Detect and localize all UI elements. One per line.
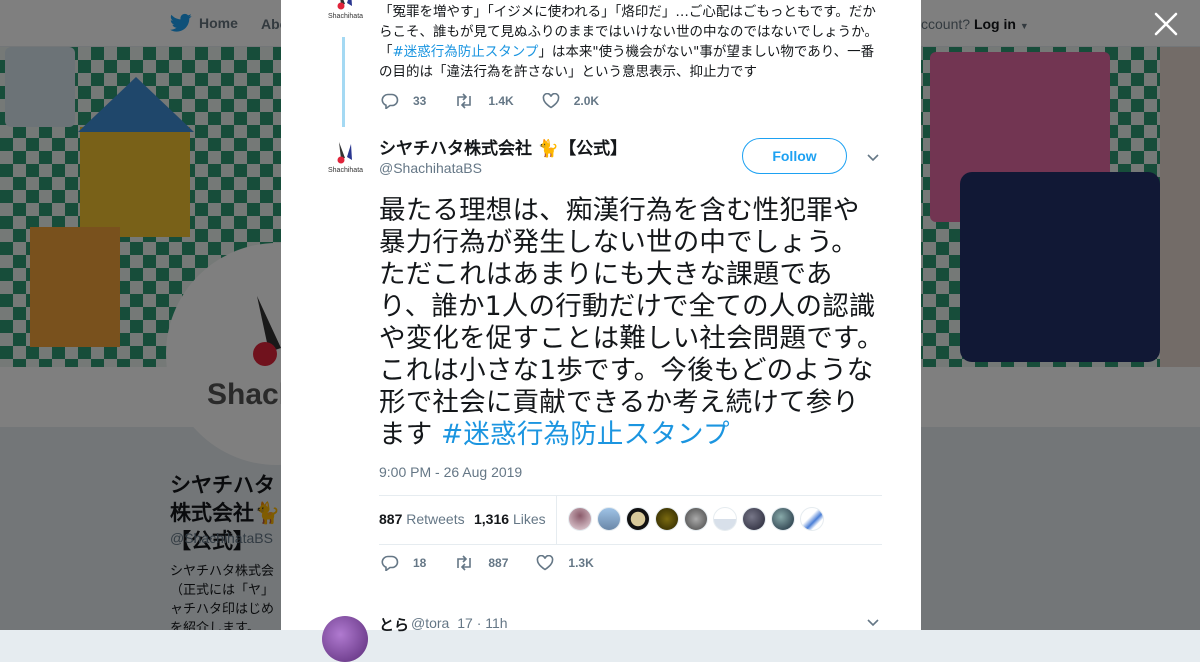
reply-button[interactable]: 18 <box>381 555 426 571</box>
tweet-text: 最たる理想は、痴漢行為を含む性犯罪や暴力行為が発生しない世の中でしょう。ただこれ… <box>379 195 884 451</box>
chevron-down-icon[interactable] <box>866 618 880 628</box>
like-button[interactable]: 1.3K <box>536 555 594 571</box>
retweet-icon <box>457 555 472 571</box>
reply-author-name[interactable]: とら <box>379 614 409 635</box>
follow-button[interactable]: Follow <box>742 138 847 174</box>
retweet-count: 887 <box>488 556 509 570</box>
retweet-stat-label: Retweets <box>406 511 465 527</box>
heart-icon <box>537 555 554 571</box>
retweet-button[interactable]: 1.4K <box>454 93 514 109</box>
shachihata-logo-icon <box>337 142 352 164</box>
like-count: 1.3K <box>568 556 594 570</box>
close-icon[interactable] <box>1152 10 1180 38</box>
retweet-count: 1.4K <box>488 94 514 108</box>
like-count: 2.0K <box>573 94 600 108</box>
tweet-timestamp[interactable]: 9:00 PM - 26 Aug 2019 <box>379 464 522 480</box>
like-stat[interactable]: 1,316 Likes <box>474 511 546 527</box>
retweet-icon <box>457 93 472 109</box>
thread-connector-line <box>342 37 345 127</box>
reply-icon <box>381 93 399 109</box>
reply-author-handle[interactable]: @tora <box>411 615 449 631</box>
liker-avatar[interactable] <box>684 507 708 531</box>
reply-avatar[interactable] <box>322 616 368 662</box>
reply-button[interactable]: 33 <box>381 93 426 109</box>
previous-tweet-text: 「冤罪を増やす」「イジメに使われる」「烙印だ」…ご心配はごもっともです。だからこ… <box>379 2 879 82</box>
reply-meta: @tora 17 · 11h <box>411 615 508 631</box>
liker-avatars <box>568 507 829 531</box>
liker-avatar[interactable] <box>568 507 592 531</box>
previous-tweet-avatar[interactable]: Shachihata <box>327 0 363 22</box>
chevron-down-icon[interactable] <box>866 150 880 164</box>
tweet-hashtag[interactable]: #迷惑行為防止スタンプ <box>441 419 730 450</box>
liker-avatar[interactable] <box>713 507 737 531</box>
liker-avatar[interactable] <box>626 507 650 531</box>
author-name[interactable]: シヤチハタ株式会社 🐈【公式】 <box>379 134 627 159</box>
liker-avatar[interactable] <box>597 507 621 531</box>
liker-avatar[interactable] <box>771 507 795 531</box>
logo-wordmark: Shachihata <box>328 13 364 20</box>
previous-tweet-hashtag[interactable]: #迷惑行為防止スタンプ <box>393 44 539 60</box>
liker-avatar[interactable] <box>742 507 766 531</box>
reply-timestamp[interactable]: 17 · 11h <box>457 615 507 631</box>
reply-icon <box>381 555 399 571</box>
heart-icon <box>542 93 560 109</box>
tweet-body: 最たる理想は、痴漢行為を含む性犯罪や暴力行為が発生しない世の中でしょう。ただこれ… <box>379 195 884 450</box>
retweet-button[interactable]: 887 <box>454 555 508 571</box>
logo-wordmark: Shachihata <box>328 167 364 174</box>
tweet-actions: 18 887 1.3K <box>381 555 622 571</box>
previous-tweet-actions: 33 1.4K 2.0K <box>381 93 627 109</box>
liker-avatar[interactable] <box>655 507 679 531</box>
retweet-stat-count: 887 <box>379 511 403 527</box>
tweet-stats: 887 Retweets 1,316 Likes <box>379 495 882 545</box>
like-stat-label: Likes <box>512 511 546 527</box>
author-handle[interactable]: @ShachihataBS <box>379 160 482 176</box>
reply-count: 18 <box>413 556 427 570</box>
like-button[interactable]: 2.0K <box>542 93 599 109</box>
author-avatar[interactable]: Shachihata <box>327 140 363 176</box>
liker-avatar[interactable] <box>800 507 824 531</box>
stats-divider <box>556 496 557 544</box>
retweet-stat[interactable]: 887 Retweets <box>379 511 465 527</box>
reply-count: 33 <box>413 94 427 108</box>
like-stat-count: 1,316 <box>474 511 510 527</box>
